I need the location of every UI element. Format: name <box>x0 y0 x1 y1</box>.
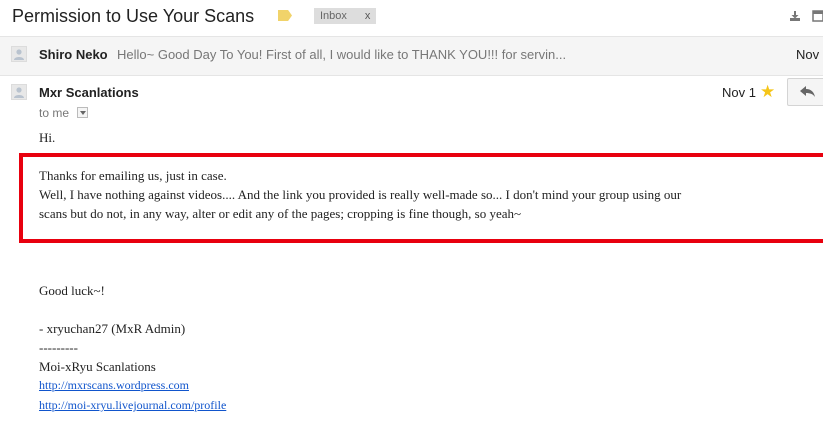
remove-label-button[interactable]: x <box>365 10 371 22</box>
print-all-icon[interactable] <box>789 9 801 21</box>
body-line: scans but do not, in any way, alter or e… <box>39 206 522 221</box>
label-tag-icon[interactable] <box>278 10 292 21</box>
message-sender[interactable]: Mxr Scanlations <box>39 85 139 100</box>
reply-button[interactable] <box>787 78 823 106</box>
inbox-label-chip[interactable]: Inbox x <box>314 8 377 24</box>
collapsed-date: Nov <box>796 47 820 62</box>
message-date: Nov 1 <box>722 85 756 100</box>
signature-name: - xryuchan27 (MxR Admin) <box>39 321 186 336</box>
thread-subject: Permission to Use Your Scans <box>12 6 255 26</box>
avatar <box>11 46 27 62</box>
star-icon[interactable]: ★ <box>760 82 775 102</box>
avatar <box>11 84 27 100</box>
wordpress-link[interactable]: http://mxrscans.wordpress.com <box>39 378 189 393</box>
reply-icon <box>800 86 815 97</box>
closing-text: Good luck~! <box>39 283 105 298</box>
collapsed-snippet: Hello~ Good Day To You! First of all, I … <box>117 47 567 62</box>
signature-divider: --------- <box>39 340 78 355</box>
collapsed-sender: Shiro Neko <box>39 47 108 62</box>
inbox-label-text: Inbox <box>320 10 347 22</box>
body-line: Well, I have nothing against videos.... … <box>39 187 682 202</box>
new-window-icon[interactable] <box>812 9 823 22</box>
body-line: Thanks for emailing us, just in case. <box>39 168 227 183</box>
show-details-dropdown[interactable] <box>77 107 88 118</box>
signature-group: Moi-xRyu Scanlations <box>39 359 156 374</box>
livejournal-link[interactable]: http://moi-xryu.livejournal.com/profile <box>39 398 226 413</box>
recipient-line: to me <box>39 106 70 120</box>
greeting-text: Hi. <box>39 130 56 145</box>
